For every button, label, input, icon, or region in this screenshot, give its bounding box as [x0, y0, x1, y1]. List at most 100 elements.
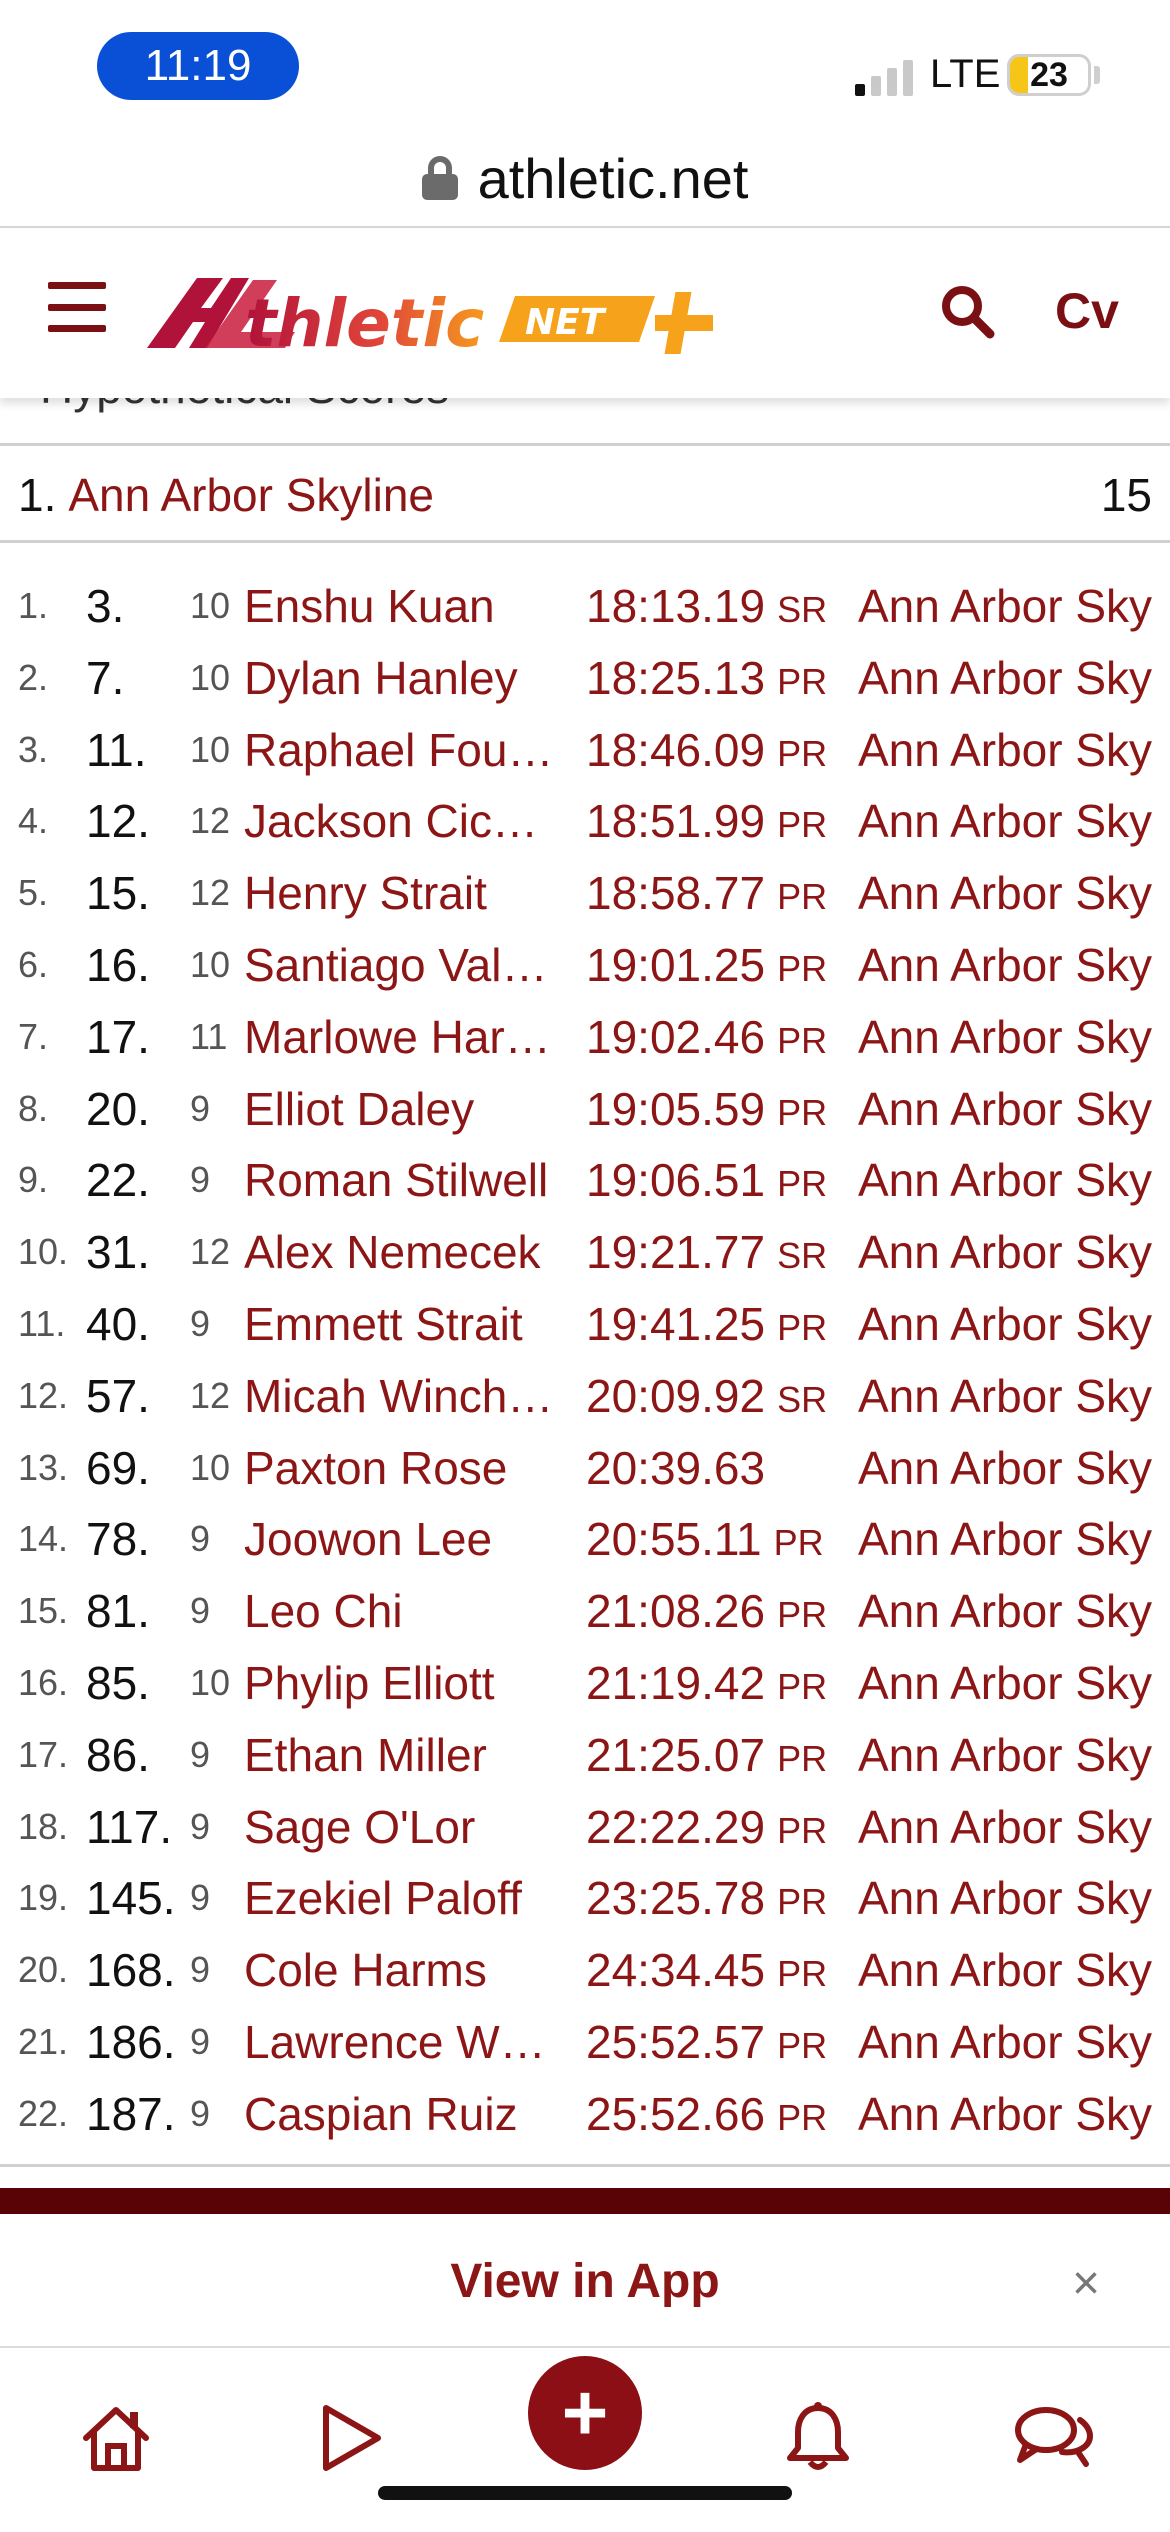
result-time-cell[interactable]: 18:46.09 PR	[586, 714, 827, 786]
athlete-name-link[interactable]: Leo Chi	[244, 1575, 403, 1647]
athlete-name-link[interactable]: Santiago Val…	[244, 929, 547, 1001]
result-time[interactable]: 20:09.92	[586, 1370, 765, 1422]
result-row[interactable]: 8. 20. 9 Elliot Daley 19:05.59 PR Ann Arbor Sk…	[0, 1073, 1170, 1145]
result-time-cell[interactable]: 19:01.25 PR	[586, 929, 827, 1001]
result-time[interactable]: 18:13.19	[586, 580, 765, 632]
result-time[interactable]: 24:34.45	[586, 1944, 765, 1996]
result-time-cell[interactable]: 18:51.99 PR	[586, 785, 827, 857]
search-icon[interactable]	[938, 282, 998, 342]
athlete-name-link[interactable]: Cole Harms	[244, 1934, 487, 2006]
result-row[interactable]: 20. 168. 9 Cole Harms 24:34.45 PR Ann Arbor Sk…	[0, 1934, 1170, 2006]
result-time-cell[interactable]: 25:52.57 PR	[586, 2006, 827, 2078]
team-name-link[interactable]: Ann Arbor Sky	[858, 1360, 1152, 1432]
athlete-name-link[interactable]: Caspian Ruiz	[244, 2078, 518, 2150]
athlete-name-link[interactable]: Henry Strait	[244, 857, 487, 929]
result-time-cell[interactable]: 22:22.29 PR	[586, 1791, 827, 1863]
team-name-link[interactable]: Ann Arbor Sky	[858, 785, 1152, 857]
athlete-name-link[interactable]: Micah Winch…	[244, 1360, 553, 1432]
result-time-cell[interactable]: 25:52.66 PR	[586, 2078, 827, 2150]
result-time-cell[interactable]: 21:19.42 PR	[586, 1647, 827, 1719]
close-icon[interactable]: ×	[1072, 2256, 1100, 2311]
result-time[interactable]: 20:55.11	[586, 1513, 762, 1565]
result-time[interactable]: 20:39.63	[586, 1442, 765, 1494]
result-time[interactable]: 19:01.25	[586, 939, 765, 991]
team-name-link[interactable]: Ann Arbor Sky	[858, 929, 1152, 1001]
athlete-name-link[interactable]: Ethan Miller	[244, 1719, 487, 1791]
result-time-cell[interactable]: 21:08.26 PR	[586, 1575, 827, 1647]
result-row[interactable]: 22. 187. 9 Caspian Ruiz 25:52.66 PR Ann Arbor …	[0, 2078, 1170, 2150]
result-row[interactable]: 9. 22. 9 Roman Stilwell 19:06.51 PR Ann Arbor …	[0, 1144, 1170, 1216]
result-time[interactable]: 19:41.25	[586, 1298, 765, 1350]
team-name-link[interactable]: Ann Arbor Sky	[858, 1001, 1152, 1073]
result-row[interactable]: 10. 31. 12 Alex Nemecek 19:21.77 SR Ann Arbor …	[0, 1216, 1170, 1288]
team-name-link[interactable]: Ann Arbor Sky	[858, 1862, 1152, 1934]
team-name-link[interactable]: Ann Arbor Sky	[858, 1216, 1152, 1288]
athlete-name-link[interactable]: Sage O'Lor	[244, 1791, 475, 1863]
result-time-cell[interactable]: 18:13.19 SR	[586, 570, 827, 642]
result-row[interactable]: 5. 15. 12 Henry Strait 18:58.77 PR Ann Arbor S…	[0, 857, 1170, 929]
team-name-link[interactable]: Ann Arbor Sky	[858, 1719, 1152, 1791]
team-name-link[interactable]: Ann Arbor Sky	[858, 1791, 1152, 1863]
result-time-cell[interactable]: 24:34.45 PR	[586, 1934, 827, 2006]
athlete-name-link[interactable]: Joowon Lee	[244, 1503, 492, 1575]
user-initials-button[interactable]: Cv	[1055, 282, 1119, 340]
url-text[interactable]: athletic.net	[478, 146, 749, 211]
athletic-net-logo[interactable]: thletic NET	[145, 272, 735, 364]
result-row[interactable]: 19. 145. 9 Ezekiel Paloff 23:25.78 PR Ann Arbo…	[0, 1862, 1170, 1934]
result-time-cell[interactable]: 19:21.77 SR	[586, 1216, 827, 1288]
home-icon[interactable]	[78, 2400, 154, 2476]
result-time[interactable]: 19:06.51	[586, 1154, 765, 1206]
result-time-cell[interactable]: 18:58.77 PR	[586, 857, 827, 929]
athlete-name-link[interactable]: Elliot Daley	[244, 1073, 474, 1145]
result-time[interactable]: 18:25.13	[586, 652, 765, 704]
team-name-link[interactable]: Ann Arbor Skyline	[68, 468, 434, 522]
result-row[interactable]: 14. 78. 9 Joowon Lee 20:55.11 PR Ann Arbor Sky	[0, 1503, 1170, 1575]
athlete-name-link[interactable]: Roman Stilwell	[244, 1144, 548, 1216]
result-time[interactable]: 21:25.07	[586, 1729, 765, 1781]
result-time-cell[interactable]: 19:02.46 PR	[586, 1001, 827, 1073]
team-name-link[interactable]: Ann Arbor Sky	[858, 1934, 1152, 2006]
result-row[interactable]: 16. 85. 10 Phylip Elliott 21:19.42 PR Ann Arbo…	[0, 1647, 1170, 1719]
hamburger-menu-icon[interactable]	[48, 282, 106, 332]
result-time[interactable]: 18:58.77	[586, 867, 765, 919]
result-time[interactable]: 21:08.26	[586, 1585, 765, 1637]
athlete-name-link[interactable]: Enshu Kuan	[244, 570, 495, 642]
chat-icon[interactable]	[1012, 2400, 1096, 2476]
result-time[interactable]: 18:51.99	[586, 795, 765, 847]
result-row[interactable]: 6. 16. 10 Santiago Val… 19:01.25 PR Ann Arbor …	[0, 929, 1170, 1001]
athlete-name-link[interactable]: Dylan Hanley	[244, 642, 518, 714]
result-row[interactable]: 3. 11. 10 Raphael Fou… 18:46.09 PR Ann Arbor S…	[0, 714, 1170, 786]
result-time[interactable]: 19:21.77	[586, 1226, 765, 1278]
result-row[interactable]: 18. 117. 9 Sage O'Lor 22:22.29 PR Ann Arbor Sk…	[0, 1791, 1170, 1863]
result-time[interactable]: 19:02.46	[586, 1011, 765, 1063]
browser-url-bar[interactable]: athletic.net	[0, 130, 1170, 228]
result-row[interactable]: 17. 86. 9 Ethan Miller 21:25.07 PR Ann Arbor S…	[0, 1719, 1170, 1791]
athlete-name-link[interactable]: Ezekiel Paloff	[244, 1862, 522, 1934]
result-time-cell[interactable]: 23:25.78 PR	[586, 1862, 827, 1934]
team-name-link[interactable]: Ann Arbor Sky	[858, 570, 1152, 642]
athlete-name-link[interactable]: Lawrence W…	[244, 2006, 546, 2078]
result-row[interactable]: 1. 3. 10 Enshu Kuan 18:13.19 SR Ann Arbor Sky	[0, 570, 1170, 642]
team-name-link[interactable]: Ann Arbor Sky	[858, 642, 1152, 714]
athlete-name-link[interactable]: Raphael Fou…	[244, 714, 553, 786]
team-name-link[interactable]: Ann Arbor Sky	[858, 2078, 1152, 2150]
result-row[interactable]: 4. 12. 12 Jackson Cic… 18:51.99 PR Ann Arbor S…	[0, 785, 1170, 857]
team-name-link[interactable]: Ann Arbor Sky	[858, 857, 1152, 929]
result-time[interactable]: 19:05.59	[586, 1083, 765, 1135]
result-time[interactable]: 18:46.09	[586, 724, 765, 776]
result-time[interactable]: 25:52.57	[586, 2016, 765, 2068]
add-button[interactable]: +	[528, 2356, 642, 2470]
result-row[interactable]: 13. 69. 10 Paxton Rose 20:39.63 Ann Arbor Sky	[0, 1432, 1170, 1504]
team-name-link[interactable]: Ann Arbor Sky	[858, 1073, 1152, 1145]
team-name-link[interactable]: Ann Arbor Sky	[858, 1432, 1152, 1504]
result-time-cell[interactable]: 19:06.51 PR	[586, 1144, 827, 1216]
result-row[interactable]: 2. 7. 10 Dylan Hanley 18:25.13 PR Ann Arbor Sk…	[0, 642, 1170, 714]
view-in-app-button[interactable]: View in App	[0, 2214, 1170, 2348]
athlete-name-link[interactable]: Phylip Elliott	[244, 1647, 495, 1719]
play-icon[interactable]	[312, 2400, 388, 2476]
result-time-cell[interactable]: 20:55.11 PR	[586, 1503, 824, 1575]
team-name-link[interactable]: Ann Arbor Sky	[858, 2006, 1152, 2078]
team-name-link[interactable]: Ann Arbor Sky	[858, 1647, 1152, 1719]
athlete-name-link[interactable]: Alex Nemecek	[244, 1216, 541, 1288]
result-time-cell[interactable]: 20:39.63	[586, 1432, 777, 1504]
